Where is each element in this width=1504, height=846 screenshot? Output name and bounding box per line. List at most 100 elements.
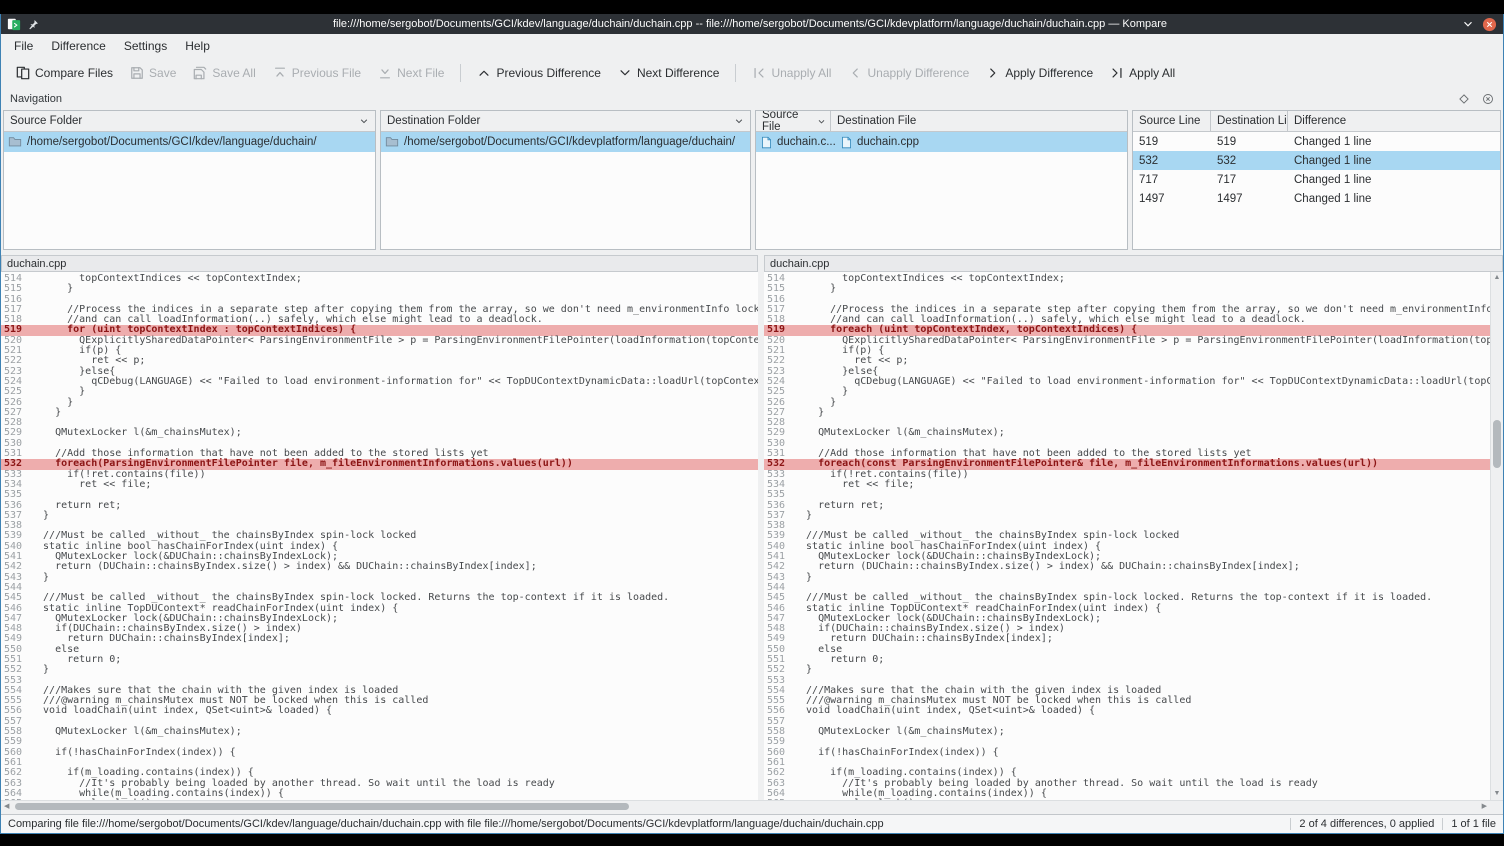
- destination-code-pane[interactable]: 514 topContextIndices << topContextIndex…: [764, 272, 1490, 800]
- difference-row-1497[interactable]: 14971497Changed 1 line: [1133, 189, 1500, 208]
- horizontal-scrollbar-thumb[interactable]: [15, 803, 629, 810]
- titlebar[interactable]: file:///home/sergobot/Documents/GCI/kdev…: [1, 14, 1503, 34]
- statusbar-separator: [1290, 818, 1291, 830]
- scroll-right-arrow-icon[interactable]: ▶: [1482, 801, 1487, 812]
- horizontal-scrollbar[interactable]: ◀ ▶: [1, 800, 1503, 812]
- save-all-button[interactable]: Save All: [186, 62, 262, 84]
- line-text: qCDebug(LANGUAGE) << "Failed to load env…: [794, 377, 1490, 387]
- line-text: QMutexLocker l(&m_chainsMutex);: [794, 428, 1005, 438]
- folder-icon: [8, 135, 22, 149]
- minimize-icon[interactable]: [1461, 17, 1475, 31]
- vertical-scrollbar[interactable]: ▲ ▼: [1490, 272, 1503, 800]
- apply-all-button-label: Apply All: [1129, 66, 1175, 80]
- line-text: QMutexLocker l(&m_chainsMutex);: [794, 727, 1005, 737]
- scroll-up-arrow-icon[interactable]: ▲: [1491, 273, 1503, 283]
- menu-help[interactable]: Help: [176, 34, 219, 58]
- save-button[interactable]: Save: [123, 62, 183, 84]
- previous-difference-button[interactable]: Previous Difference: [470, 62, 608, 84]
- next-file-button[interactable]: Next File: [371, 62, 451, 84]
- unapply-difference-button[interactable]: Unapply Difference: [841, 62, 976, 84]
- line-text: }: [31, 408, 61, 418]
- code-line-552: 552 }: [1, 665, 758, 675]
- code-line-537: 537 }: [764, 511, 1490, 521]
- kompare-app-icon[interactable]: [7, 17, 21, 31]
- close-dock-icon[interactable]: [1482, 93, 1494, 105]
- difference-column-header[interactable]: Difference: [1288, 111, 1500, 131]
- navigation-panel: Source Folder /home/sergobot/Documents/G…: [1, 110, 1503, 250]
- apply-all-icon: [1110, 66, 1124, 80]
- next-difference-button-label: Next Difference: [637, 66, 719, 80]
- code-line-534: 534 ret << file;: [764, 480, 1490, 490]
- file-pair-item[interactable]: duchain.c... duchain.cpp: [756, 132, 1127, 152]
- status-files-summary: 1 of 1 file: [1451, 818, 1496, 830]
- line-text: ///Must be called _without_ the chainsBy…: [31, 593, 669, 603]
- difference-row-717[interactable]: 717717Changed 1 line: [1133, 170, 1500, 189]
- line-text: }: [794, 665, 812, 675]
- save-all-button-label: Save All: [212, 66, 255, 80]
- status-comparing-text: Comparing file file:///home/sergobot/Doc…: [8, 818, 1282, 830]
- code-line-552: 552 }: [764, 665, 1490, 675]
- compare-files-icon: [16, 66, 30, 80]
- folder-icon: [385, 135, 399, 149]
- code-line-551: 551 return 0;: [1, 655, 758, 665]
- source-code-pane[interactable]: 514 topContextIndices << topContextIndex…: [1, 272, 758, 800]
- code-line-535: 535: [764, 490, 1490, 500]
- scroll-left-arrow-icon[interactable]: ◀: [4, 801, 9, 812]
- unapply-all-button[interactable]: Unapply All: [745, 62, 838, 84]
- code-line-534: 534 ret << file;: [1, 480, 758, 490]
- unapply-all-icon: [752, 66, 766, 80]
- toolbar-separator: [460, 64, 461, 82]
- vertical-scrollbar-thumb[interactable]: [1493, 420, 1501, 468]
- apply-all-button[interactable]: Apply All: [1103, 62, 1182, 84]
- source-file-combobox[interactable]: Source File: [756, 111, 831, 131]
- close-button[interactable]: [1482, 17, 1497, 32]
- source-line-value: 717: [1133, 174, 1211, 186]
- destination-folder-combobox[interactable]: Destination Folder: [381, 111, 750, 132]
- chevron-down-icon: [734, 116, 744, 126]
- code-line-526: 526 }: [764, 398, 1490, 408]
- menu-file[interactable]: File: [5, 34, 42, 58]
- difference-text: Changed 1 line: [1288, 193, 1500, 205]
- difference-text: Changed 1 line: [1288, 155, 1500, 167]
- line-text: qCDebug(LANGUAGE) << "Failed to load env…: [31, 377, 758, 387]
- difference-row-532[interactable]: 532532Changed 1 line: [1133, 151, 1500, 170]
- destination-folder-item[interactable]: /home/sergobot/Documents/GCI/kdevplatfor…: [381, 132, 750, 152]
- source-folder-path: /home/sergobot/Documents/GCI/kdev/langua…: [27, 136, 317, 148]
- previous-file-button-label: Previous File: [292, 66, 361, 80]
- chevron-down-icon: [359, 116, 369, 126]
- scroll-down-arrow-icon[interactable]: ▼: [1491, 789, 1503, 799]
- window-title: file:///home/sergobot/Documents/GCI/kdev…: [46, 18, 1454, 30]
- float-dock-icon[interactable]: [1458, 93, 1470, 105]
- destination-line-column-header[interactable]: Destination Line: [1211, 111, 1288, 131]
- code-line-527: 527 }: [1, 408, 758, 418]
- code-line-524: 524 qCDebug(LANGUAGE) << "Failed to load…: [764, 377, 1490, 387]
- code-line-515: 515 }: [764, 284, 1490, 294]
- source-line-value: 1497: [1133, 193, 1211, 205]
- apply-difference-button[interactable]: Apply Difference: [979, 62, 1100, 84]
- previous-file-button[interactable]: Previous File: [266, 62, 368, 84]
- differences-list-header: Source Line Destination Line Difference: [1133, 111, 1500, 132]
- menu-difference[interactable]: Difference: [42, 34, 114, 58]
- next-difference-button[interactable]: Next Difference: [611, 62, 726, 84]
- compare-files-button[interactable]: Compare Files: [9, 62, 120, 84]
- line-text: }: [31, 511, 49, 521]
- destination-line-value: 1497: [1211, 193, 1288, 205]
- code-line-527: 527 }: [764, 408, 1490, 418]
- source-file-header-label: Source File: [762, 110, 817, 133]
- source-folder-combobox[interactable]: Source Folder: [4, 111, 375, 132]
- line-text: if(!hasChainForIndex(index)) {: [31, 748, 236, 758]
- source-folder-item[interactable]: /home/sergobot/Documents/GCI/kdev/langua…: [4, 132, 375, 152]
- source-line-column-header[interactable]: Source Line: [1133, 111, 1211, 131]
- difference-row-519[interactable]: 519519Changed 1 line: [1133, 132, 1500, 151]
- menu-settings[interactable]: Settings: [115, 34, 176, 58]
- line-text: if(m_loading.contains(index)) {: [31, 768, 254, 778]
- next-file-button-label: Next File: [397, 66, 444, 80]
- chevron-down-icon: [817, 117, 826, 126]
- line-text: QMutexLocker l(&m_chainsMutex);: [31, 727, 242, 737]
- code-line-536: 536 return ret;: [1, 501, 758, 511]
- code-line-543: 543 }: [1, 573, 758, 583]
- apply-difference-button-label: Apply Difference: [1005, 66, 1093, 80]
- code-line-558: 558 QMutexLocker l(&m_chainsMutex);: [1, 727, 758, 737]
- line-text: ///Must be called _without_ the chainsBy…: [794, 593, 1432, 603]
- navigation-dock-header: Navigation: [1, 88, 1503, 110]
